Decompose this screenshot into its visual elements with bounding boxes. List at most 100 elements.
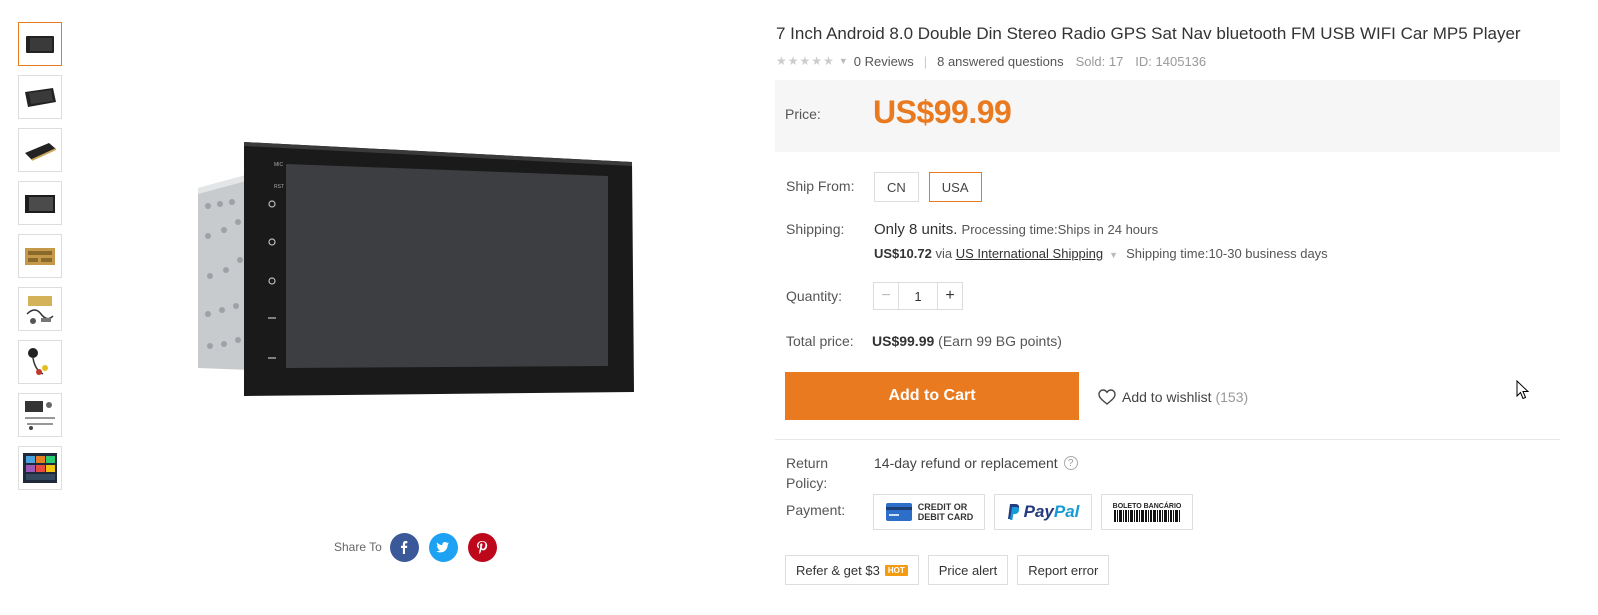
thumbnail-6[interactable] (18, 287, 62, 331)
star-icon: ★ (787, 54, 799, 68)
facebook-share-button[interactable] (389, 532, 419, 562)
quantity-label: Quantity: (786, 288, 843, 304)
shipping-stock-line: Only 8 units. Processing time:Ships in 2… (874, 221, 1328, 238)
quantity-minus-button[interactable]: − (873, 282, 899, 310)
shipping-cost: US$10.72 (874, 246, 932, 261)
thumbnail-8[interactable] (18, 393, 62, 437)
twitter-share-button[interactable] (428, 532, 458, 562)
total-price-info: US$99.99 (Earn 99 BG points) (872, 333, 1062, 349)
product-id: ID: 1405136 (1135, 53, 1207, 69)
boleto-text: BOLETO BANCÁRIO (1112, 502, 1182, 510)
head-unit-angle-thumb-icon (25, 88, 56, 107)
stock-text: Only 8 units. (874, 221, 958, 238)
boleto-payment: BOLETO BANCÁRIO (1101, 494, 1193, 530)
paypal-icon (1007, 504, 1019, 520)
star-icon: ★ (823, 54, 834, 68)
return-policy-label: Return Policy: (786, 455, 829, 491)
thumbnail-7[interactable] (18, 340, 62, 384)
product-meta: ★ ★ ★ ★ ★ ▼ 0 Reviews | 8 answered quest… (776, 52, 1206, 70)
accessories-thumb-icon (26, 296, 54, 324)
head-unit-back-panel-thumb-icon (25, 248, 55, 265)
product-tools: Refer & get $3 HOT Price alert Report er… (785, 555, 1118, 585)
divider (775, 439, 1560, 440)
shipping-method-link[interactable]: US International Shipping (956, 246, 1103, 261)
refer-button[interactable]: Refer & get $3 HOT (785, 555, 919, 585)
star-icon: ★ (799, 54, 811, 68)
head-unit-screen-thumb-icon (25, 195, 55, 213)
ship-from-label: Ship From: (786, 178, 855, 194)
camera-cable-thumb-icon (28, 348, 48, 375)
mouse-cursor-icon (1516, 380, 1530, 400)
thumbnail-3[interactable] (18, 128, 62, 172)
barcode-icon (1114, 509, 1180, 522)
thumbnail-4[interactable] (18, 181, 62, 225)
questions-link[interactable]: 8 answered questions (937, 54, 1063, 69)
help-icon[interactable]: ? (1063, 456, 1078, 470)
product-title: 7 Inch Android 8.0 Double Din Stereo Rad… (776, 24, 1521, 43)
ship-from-cn-option[interactable]: CN (874, 172, 919, 202)
paypal-logo-text: PayPal (1024, 502, 1080, 522)
credit-card-payment: CREDIT OR DEBIT CARD (873, 494, 985, 530)
card-text-line1: CREDIT OR (917, 502, 968, 512)
paypal-text-pay: Pay (1023, 502, 1054, 521)
thumbnail-9[interactable] (18, 446, 62, 490)
thumbnail-1[interactable] (18, 22, 62, 66)
report-error-button[interactable]: Report error (1017, 555, 1110, 585)
price-box: Price: US$99.99 (775, 80, 1560, 152)
svg-text:MIC: MIC (274, 162, 284, 168)
share-label: Share To (334, 540, 382, 554)
chevron-down-icon[interactable]: ▼ (1109, 250, 1118, 260)
shipping-label: Shipping: (786, 221, 845, 237)
app-screens-thumb-icon (23, 453, 57, 483)
head-unit-front-thumb-icon (26, 36, 54, 53)
reviews-link[interactable]: 0 Reviews (854, 54, 914, 69)
add-to-wishlist-button[interactable]: Add to wishlist (153) (1098, 389, 1248, 405)
wishlist-count: (153) (1215, 389, 1249, 405)
facebook-icon (401, 541, 408, 554)
price-value: US$99.99 (873, 94, 1012, 130)
total-price-value: US$99.99 (872, 333, 935, 349)
shipping-cost-line: US$10.72 via US International Shipping ▼ S… (874, 246, 1328, 261)
pinterest-share-button[interactable] (467, 532, 497, 562)
thumbnail-gallery (18, 22, 62, 499)
via-text: via (935, 246, 953, 261)
heart-icon (1098, 389, 1116, 405)
package-contents-thumb-icon (25, 401, 55, 430)
shipping-info: Only 8 units. Processing time:Ships in 2… (874, 221, 1328, 261)
pinterest-icon (477, 541, 488, 554)
quantity-plus-button[interactable]: + (937, 282, 963, 310)
quantity-input[interactable] (899, 282, 937, 310)
payment-label: Payment: (786, 502, 846, 518)
ship-from-options: CN USA (874, 172, 992, 202)
quantity-stepper: − + (873, 282, 963, 310)
bg-points: (Earn 99 BG points) (938, 333, 1062, 349)
paypal-text-pal: Pal (1053, 502, 1080, 521)
thumbnail-2[interactable] (18, 75, 62, 119)
thumbnail-5[interactable] (18, 234, 62, 278)
return-policy-value: 14-day refund or replacement ? (874, 455, 1078, 471)
total-price-label: Total price: (786, 333, 854, 349)
paypal-payment: PayPal (994, 494, 1092, 530)
main-product-image[interactable]: MIC RST (140, 100, 700, 440)
svg-text:RST: RST (274, 184, 284, 190)
credit-card-icon (885, 503, 912, 521)
twitter-icon (436, 542, 450, 553)
card-text: CREDIT OR DEBIT CARD (918, 502, 974, 522)
price-alert-button[interactable]: Price alert (927, 555, 1009, 585)
rating-stars[interactable]: ★ ★ ★ ★ ★ ▼ (776, 54, 848, 68)
payment-methods: CREDIT OR DEBIT CARD PayPal BOLETO BANCÁ… (873, 494, 1202, 530)
sold-count: Sold: 17 (1075, 53, 1124, 69)
add-to-cart-button[interactable]: Add to Cart (785, 372, 1079, 420)
head-unit-side-thumb-icon (25, 143, 57, 161)
wishlist-label: Add to wishlist (1122, 389, 1212, 405)
head-unit-image: MIC RST (198, 142, 634, 396)
star-icon: ★ (811, 54, 823, 68)
refer-label: Refer & get $3 (796, 562, 880, 578)
hot-badge: HOT (884, 564, 908, 576)
ship-from-usa-option[interactable]: USA (928, 172, 982, 202)
share-bar: Share To (334, 532, 507, 562)
divider: | (923, 53, 928, 69)
shipping-time: Shipping time:10-30 business days (1126, 246, 1328, 261)
processing-time: Processing time:Ships in 24 hours (961, 222, 1159, 237)
star-icon: ★ (776, 54, 787, 68)
